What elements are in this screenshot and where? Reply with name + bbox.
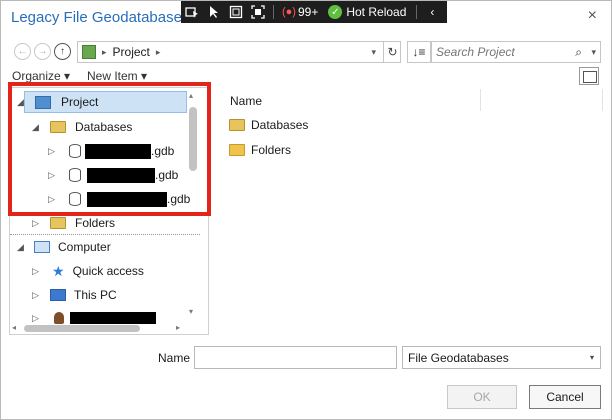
chevron-down-icon[interactable]: ▾ xyxy=(371,47,376,58)
tree-horizontal-scrollbar[interactable]: ◂ ▸ xyxy=(10,322,186,334)
address-location[interactable]: Project xyxy=(113,45,150,59)
computer-icon xyxy=(34,241,50,253)
tree-item-label: This PC xyxy=(74,288,117,302)
address-bar[interactable]: ▸ Project ▸ ▾ xyxy=(77,41,401,63)
back-button[interactable]: ← xyxy=(14,43,31,60)
list-item[interactable]: Folders xyxy=(229,141,291,159)
scroll-right-icon[interactable]: ▸ xyxy=(176,323,180,332)
toolbar-separator xyxy=(273,5,274,19)
tree-item-label: Computer xyxy=(58,240,111,254)
search-box[interactable]: ⌕ ▾ xyxy=(431,41,601,63)
tree-item-computer[interactable]: Computer xyxy=(34,236,111,258)
ok-button[interactable]: OK xyxy=(447,385,517,409)
sort-button[interactable]: ↓≡ xyxy=(407,41,431,63)
scroll-down-icon[interactable]: ▾ xyxy=(189,307,193,316)
badge-count: 99+ xyxy=(297,5,319,19)
database-folder-icon xyxy=(229,119,245,131)
chevron-down-icon[interactable]: ▾ xyxy=(591,47,596,58)
name-field[interactable] xyxy=(194,346,397,369)
up-button[interactable]: ↑ xyxy=(54,43,71,60)
tree-item-label: Quick access xyxy=(72,264,144,278)
tree-divider xyxy=(10,234,200,235)
file-type-select[interactable]: File Geodatabases ▾ xyxy=(402,346,601,369)
list-item-label: Folders xyxy=(251,143,292,157)
organize-menu[interactable]: Organize ▾ xyxy=(12,69,70,83)
layout-adorner-icon[interactable] xyxy=(225,1,247,23)
hot-reload-label: Hot Reload xyxy=(346,5,407,19)
project-icon xyxy=(82,45,96,59)
search-icon[interactable]: ⌕ xyxy=(575,45,582,60)
hot-reload-status[interactable]: ✓ Hot Reload xyxy=(322,5,412,19)
collapse-toolbar-icon[interactable]: ‹ xyxy=(421,1,443,23)
new-item-menu[interactable]: New Item ▾ xyxy=(87,69,147,83)
column-divider[interactable] xyxy=(480,89,481,111)
star-icon: ★ xyxy=(52,263,65,279)
search-input[interactable] xyxy=(436,45,564,59)
highlight-annotation xyxy=(8,82,211,216)
chevron-right-icon[interactable]: ▸ xyxy=(102,47,107,58)
select-element-icon[interactable] xyxy=(181,1,203,23)
scroll-thumb[interactable] xyxy=(24,325,140,332)
record-icon: (●) xyxy=(282,6,296,18)
tree-item-this-pc[interactable]: This PC xyxy=(50,284,117,306)
check-icon: ✓ xyxy=(328,5,343,19)
folder-icon xyxy=(229,144,245,156)
expanded-arrow-icon[interactable]: ◢ xyxy=(17,242,24,253)
track-focus-icon[interactable] xyxy=(247,1,269,23)
column-divider[interactable] xyxy=(602,89,603,111)
scroll-left-icon[interactable]: ◂ xyxy=(12,323,16,332)
tree-item-quick-access[interactable]: ★ Quick access xyxy=(52,260,144,282)
close-icon[interactable]: × xyxy=(588,7,597,25)
name-label: Name xyxy=(158,351,191,365)
list-item-label: Databases xyxy=(251,118,309,132)
dialog-title: Legacy File Geodatabase xyxy=(11,9,182,26)
collapsed-arrow-icon[interactable]: ▷ xyxy=(32,290,39,301)
binding-failures-badge[interactable]: (●) 99+ xyxy=(278,5,322,19)
view-options-button[interactable] xyxy=(579,67,599,85)
legacy-file-geodatabase-dialog: Legacy File Geodatabase × (●) 99+ ✓ Hot … xyxy=(0,0,612,420)
list-item[interactable]: Databases xyxy=(229,116,308,134)
chevron-right-icon[interactable]: ▸ xyxy=(156,47,161,58)
chevron-down-icon[interactable]: ▾ xyxy=(590,353,594,362)
pointer-icon[interactable] xyxy=(203,1,225,23)
monitor-icon xyxy=(50,289,66,301)
refresh-button[interactable]: ↻ xyxy=(383,42,401,62)
debug-toolbar: (●) 99+ ✓ Hot Reload ‹ xyxy=(181,1,447,23)
cancel-button[interactable]: Cancel xyxy=(529,385,601,409)
collapsed-arrow-icon[interactable]: ▷ xyxy=(32,266,39,277)
column-header-name[interactable]: Name xyxy=(230,94,262,108)
collapsed-arrow-icon[interactable]: ▷ xyxy=(32,218,39,229)
toolbar-separator xyxy=(416,5,418,19)
forward-button[interactable]: → xyxy=(34,43,51,60)
folder-icon xyxy=(50,217,66,229)
tree-item-label: Folders xyxy=(75,216,116,230)
file-type-value: File Geodatabases xyxy=(408,350,509,365)
